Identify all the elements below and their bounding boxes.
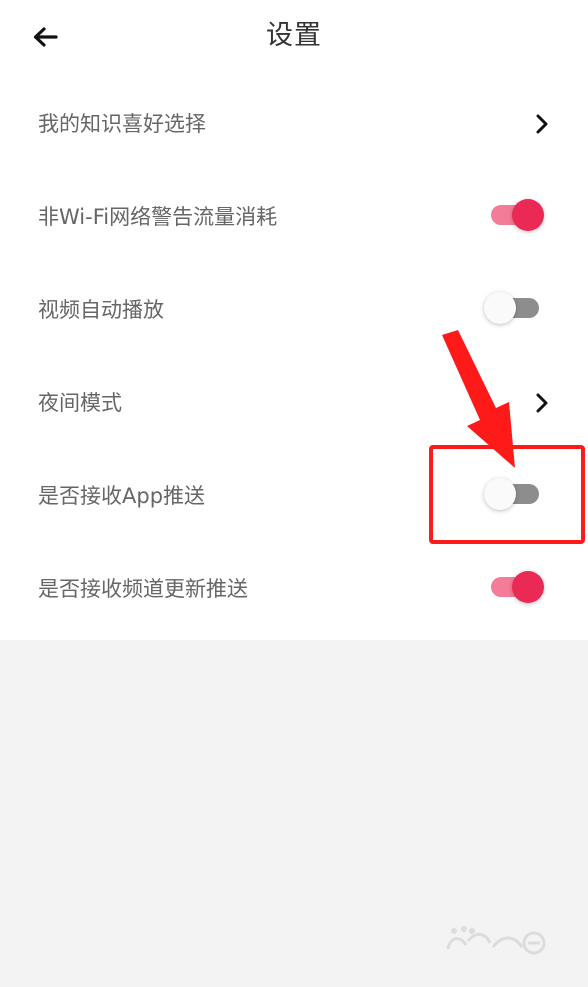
setting-label: 夜间模式 xyxy=(38,391,122,415)
non-wifi-warning-toggle[interactable] xyxy=(484,197,546,233)
setting-row-channel-update-push: 是否接收频道更新推送 xyxy=(0,545,588,638)
toggle-thumb xyxy=(512,571,544,603)
toggle-thumb xyxy=(484,292,516,324)
setting-label: 我的知识喜好选择 xyxy=(38,112,206,136)
setting-row-non-wifi-warning: 非Wi-Fi网络警告流量消耗 xyxy=(0,173,588,266)
chevron-right-icon xyxy=(536,114,548,134)
settings-screen: 设置 我的知识喜好选择 非Wi-Fi网络警告流量消耗 视频自动播放 夜间模式 是… xyxy=(0,0,588,987)
baidu-watermark-icon xyxy=(446,926,546,955)
video-autoplay-toggle[interactable] xyxy=(484,290,546,326)
channel-update-push-toggle[interactable] xyxy=(484,569,546,605)
red-highlight-box xyxy=(429,445,585,544)
page-title: 设置 xyxy=(266,20,322,51)
setting-row-knowledge-preferences[interactable]: 我的知识喜好选择 xyxy=(0,80,588,173)
setting-label: 是否接收App推送 xyxy=(38,484,206,508)
setting-label: 是否接收频道更新推送 xyxy=(38,577,248,601)
toggle-thumb xyxy=(512,199,544,231)
top-app-bar: 设置 xyxy=(0,0,588,80)
setting-label: 非Wi-Fi网络警告流量消耗 xyxy=(38,205,278,229)
setting-label: 视频自动播放 xyxy=(38,298,164,322)
